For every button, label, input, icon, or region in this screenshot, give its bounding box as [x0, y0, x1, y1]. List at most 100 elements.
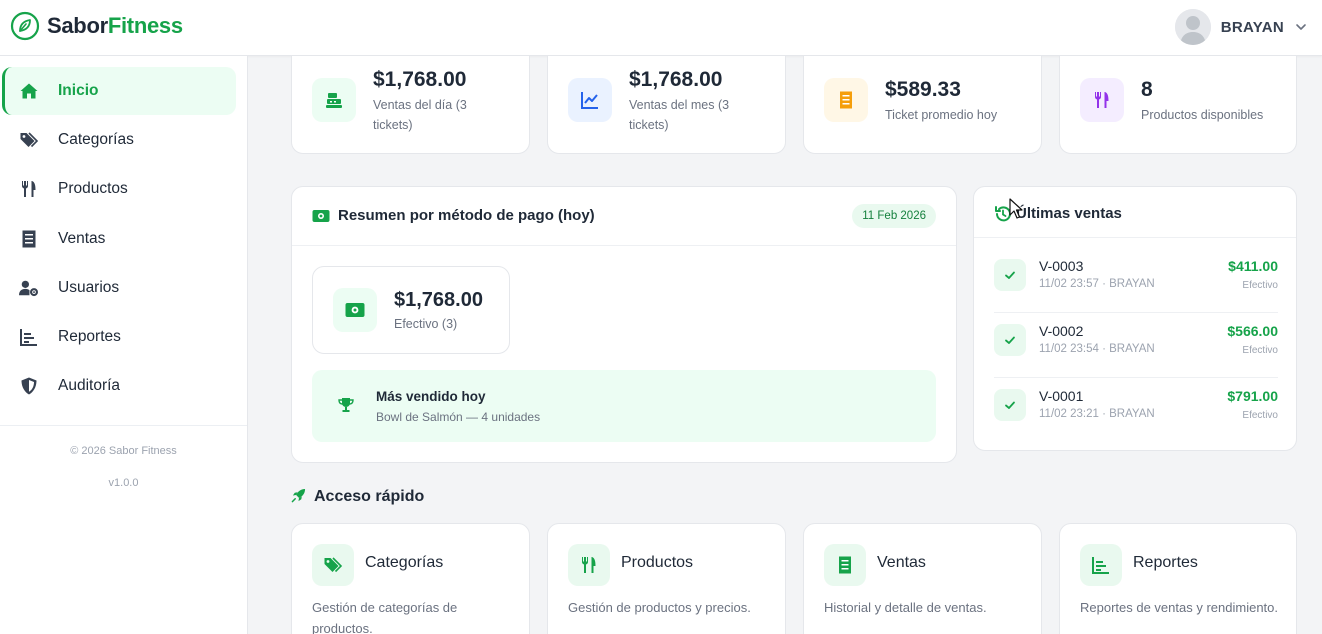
quick-access-reportes[interactable]: Reportes Reportes de ventas y rendimient… — [1059, 523, 1297, 634]
check-icon — [994, 389, 1026, 421]
sale-method: Efectivo — [1242, 410, 1278, 421]
sale-amount: $791.00 — [1227, 388, 1278, 404]
sidebar-item-productos[interactable]: Productos — [2, 165, 236, 213]
stat-label: Ticket promedio hoy — [885, 108, 998, 122]
stat-value: $1,768.00 — [373, 68, 467, 91]
top-header: SaborFitness BRAYAN — [0, 0, 1322, 56]
brand-name-second: Fitness — [107, 13, 183, 38]
receipt-icon — [824, 544, 866, 586]
receipt-icon — [18, 228, 40, 250]
sidebar-version: v1.0.0 — [108, 477, 139, 489]
tags-icon — [312, 544, 354, 586]
tags-icon — [18, 129, 40, 151]
sidebar-copyright: © 2026 Sabor Fitness — [70, 445, 177, 457]
users-cog-icon — [18, 277, 40, 299]
sale-meta: 11/02 23:54 · BRAYAN — [1039, 343, 1155, 355]
line-chart-icon — [568, 78, 612, 122]
payment-method-tile: $1,768.00 Efectivo (3) — [312, 266, 510, 354]
sale-meta: 11/02 23:21 · BRAYAN — [1039, 408, 1155, 420]
quick-access-item-title: Categorías — [365, 554, 444, 571]
list-item[interactable]: V-0001 11/02 23:21 · BRAYAN $791.00 Efec… — [994, 376, 1278, 440]
stat-card-products-available: 8 Productos disponibles — [1059, 56, 1297, 154]
utensils-icon — [18, 178, 40, 200]
stat-value: 8 — [1141, 78, 1153, 101]
sale-meta: 11/02 23:57 · BRAYAN — [1039, 278, 1155, 290]
chevron-down-icon[interactable] — [1294, 20, 1308, 34]
best-seller-detail: Bowl de Salmón — 4 unidades — [376, 410, 541, 424]
stat-card-avg-ticket: $589.33 Ticket promedio hoy — [803, 56, 1042, 154]
sidebar-item-label: Productos — [58, 180, 128, 197]
avatar[interactable] — [1174, 9, 1211, 45]
stat-label: Productos disponibles — [1141, 108, 1264, 122]
chart-bars-icon — [1080, 544, 1122, 586]
check-icon — [994, 324, 1026, 356]
main-content: $1,768.00 Ventas del día (3 tickets) $1,… — [248, 56, 1322, 634]
utensils-icon — [1080, 78, 1124, 122]
money-bill-icon — [333, 288, 377, 332]
trophy-icon — [338, 398, 354, 412]
sidebar-item-usuarios[interactable]: Usuarios — [2, 264, 236, 312]
sale-code: V-0002 — [1039, 323, 1084, 339]
sale-method: Efectivo — [1242, 280, 1278, 291]
payment-method-label: Efectivo (3) — [394, 317, 458, 331]
quick-access-item-desc: Historial y detalle de ventas. — [824, 600, 987, 615]
quick-access-item-title: Reportes — [1133, 554, 1198, 571]
sidebar-item-inicio[interactable]: Inicio — [2, 67, 236, 115]
quick-access-item-desc: Gestión de categorías de productos. — [312, 600, 458, 634]
check-icon — [994, 259, 1026, 291]
best-seller-banner: Más vendido hoy Bowl de Salmón — 4 unida… — [312, 370, 936, 442]
history-icon — [995, 206, 1011, 222]
brand[interactable]: SaborFitness — [10, 10, 183, 42]
list-item[interactable]: V-0003 11/02 23:57 · BRAYAN $411.00 Efec… — [994, 246, 1278, 310]
sidebar-item-label: Usuarios — [58, 279, 120, 296]
stat-label: Ventas del día (3 tickets) — [373, 98, 467, 132]
utensils-icon — [568, 544, 610, 586]
user-avatar-icon — [1174, 9, 1211, 45]
home-icon — [18, 80, 40, 102]
quick-access-productos[interactable]: Productos Gestión de productos y precios… — [547, 523, 786, 634]
quick-access-categorias[interactable]: Categorías Gestión de categorías de prod… — [291, 523, 530, 634]
card-divider — [292, 245, 956, 246]
sidebar-divider — [0, 425, 247, 426]
quick-access-item-title: Ventas — [877, 554, 926, 571]
quick-access-item-desc: Reportes de ventas y rendimiento. — [1080, 600, 1278, 615]
recent-sales-title: Últimas ventas — [1016, 205, 1122, 222]
sale-code: V-0001 — [1039, 388, 1084, 404]
best-seller-title: Más vendido hoy — [376, 389, 486, 404]
list-item[interactable]: V-0002 11/02 23:54 · BRAYAN $566.00 Efec… — [994, 311, 1278, 375]
user-menu[interactable]: BRAYAN — [1174, 8, 1308, 46]
brand-name-first: Sabor — [47, 13, 108, 38]
sidebar-item-ventas[interactable]: Ventas — [2, 215, 236, 263]
quick-access-item-title: Productos — [621, 554, 694, 571]
brand-name: SaborFitness — [47, 13, 183, 39]
sidebar-item-label: Reportes — [58, 328, 121, 345]
quick-access-ventas[interactable]: Ventas Historial y detalle de ventas. — [803, 523, 1042, 634]
sidebar-item-label: Categorías — [58, 131, 134, 148]
sale-amount: $411.00 — [1228, 258, 1278, 274]
sale-amount: $566.00 — [1227, 323, 1278, 339]
rocket-icon — [291, 488, 306, 503]
card-divider — [974, 237, 1296, 238]
sidebar-item-label: Auditoría — [58, 377, 121, 394]
payment-summary-title: Resumen por método de pago (hoy) — [338, 207, 595, 224]
sidebar: Inicio Categorías Productos Ventas Usuar… — [0, 56, 248, 634]
sidebar-item-reportes[interactable]: Reportes — [2, 313, 236, 361]
stat-label: Ventas del mes (3 tickets) — [629, 98, 730, 132]
sidebar-item-categorias[interactable]: Categorías — [2, 116, 236, 164]
quick-access-item-desc: Gestión de productos y precios. — [568, 600, 751, 615]
sidebar-item-auditoria[interactable]: Auditoría — [2, 362, 236, 410]
payment-method-amount: $1,768.00 — [394, 289, 483, 311]
sale-code: V-0003 — [1039, 258, 1084, 274]
money-bill-icon — [312, 210, 330, 222]
cash-register-icon — [312, 78, 356, 122]
sidebar-item-label: Ventas — [58, 230, 106, 247]
payment-summary-card: Resumen por método de pago (hoy) 11 Feb … — [291, 186, 957, 463]
user-name: BRAYAN — [1220, 18, 1284, 36]
stat-card-monthly-sales: $1,768.00 Ventas del mes (3 tickets) — [547, 56, 786, 154]
shield-icon — [18, 375, 40, 397]
stat-value: $589.33 — [885, 78, 961, 101]
recent-sales-card: Últimas ventas V-0003 11/02 23:57 · BRAY… — [973, 186, 1297, 451]
sidebar-item-label: Inicio — [58, 82, 99, 99]
leaf-logo-icon — [10, 11, 40, 41]
chart-bars-icon — [18, 326, 40, 348]
